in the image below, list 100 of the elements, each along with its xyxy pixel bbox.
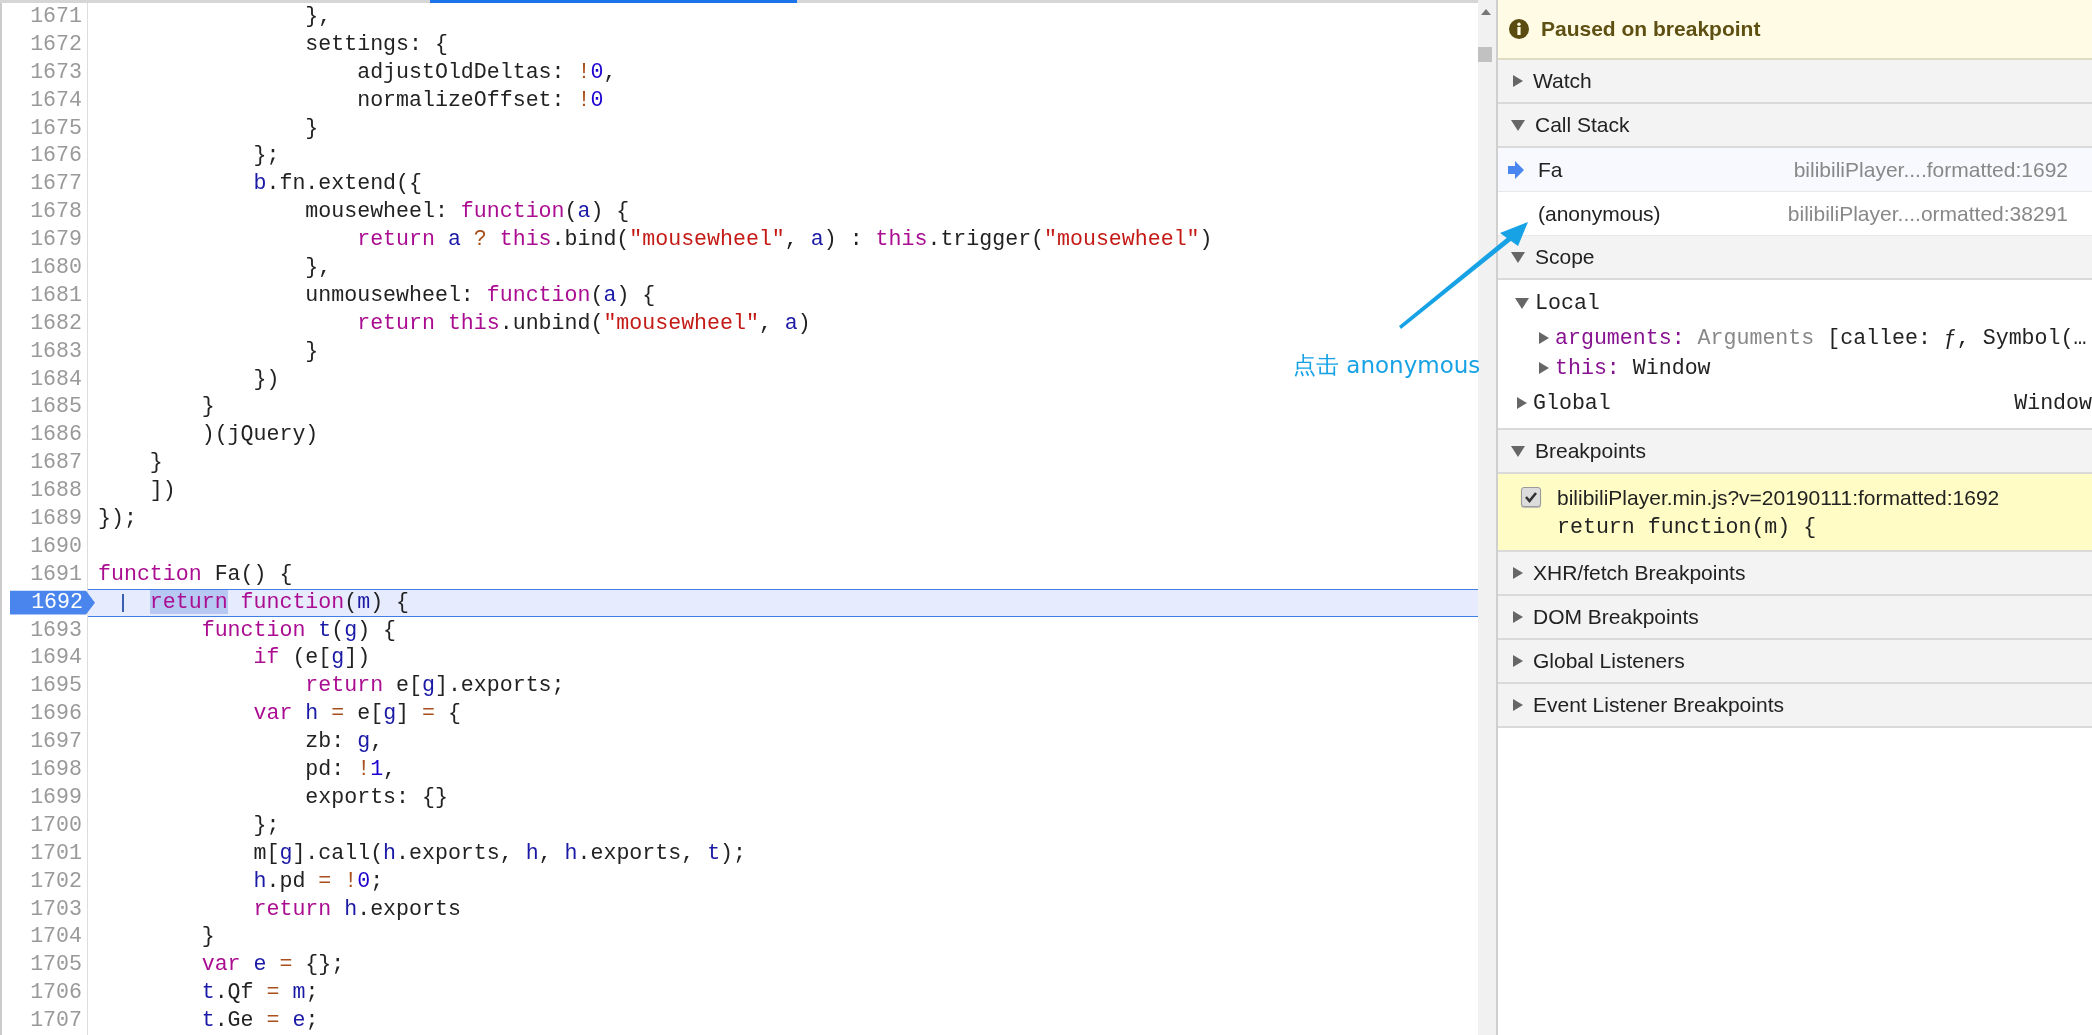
expand-triangle-icon [1513, 567, 1523, 579]
line-number[interactable]: 1674 [2, 86, 82, 115]
code-line: } [200, 923, 215, 951]
code-line: return e[g].exports; [304, 672, 565, 700]
section-header[interactable]: Breakpoints [1498, 430, 2092, 474]
checkmark-icon [1524, 491, 1538, 503]
text-cursor [122, 593, 124, 612]
line-number[interactable]: 1703 [2, 895, 82, 924]
property-value: Window [1632, 356, 1711, 380]
line-number[interactable]: 1695 [2, 672, 82, 701]
collapse-triangle-icon[interactable] [1515, 297, 1529, 309]
code-line: function Fa() { [97, 560, 293, 588]
line-number[interactable]: 1700 [2, 811, 82, 840]
section-header[interactable]: Call Stack [1498, 104, 2092, 148]
code-line: h.pd = !0; [252, 867, 384, 895]
function-name: Fa [1538, 157, 1563, 182]
breakpoint-code: return function(m) { [1557, 514, 1818, 541]
code-line: pd: !1, [304, 756, 397, 784]
line-number[interactable]: 1697 [2, 728, 82, 757]
scope-value: Window [2014, 391, 2092, 415]
code-line: }, [304, 254, 332, 281]
expand-triangle-icon [1513, 655, 1523, 667]
code-line: mousewheel: function(a) { [304, 198, 630, 226]
code-line: }, [304, 3, 332, 30]
banner-text: Paused on breakpoint [1541, 17, 1761, 41]
scrollbar[interactable] [1478, 0, 1496, 1035]
line-number[interactable]: 1685 [2, 393, 82, 422]
line-number[interactable]: 1677 [2, 170, 82, 199]
line-number[interactable]: 1702 [2, 867, 82, 896]
line-number[interactable]: 1671 [2, 3, 82, 31]
code-line: zb: g, [304, 728, 384, 756]
line-number[interactable]: 1701 [2, 839, 82, 868]
line-number[interactable]: 1678 [2, 198, 82, 227]
line-number[interactable]: 1707 [2, 1007, 82, 1035]
line-number[interactable]: 1683 [2, 337, 82, 366]
property-type: Arguments [1697, 326, 1815, 350]
code-line: exports: {} [304, 783, 448, 811]
line-number[interactable]: 1706 [2, 979, 82, 1008]
property-value: [callee: ƒ, Symbol(… [1827, 326, 2087, 350]
line-number[interactable]: 1689 [2, 505, 82, 533]
section-header[interactable]: Global Listeners [1498, 640, 2092, 684]
code-line: settings: { [304, 30, 448, 58]
line-number[interactable]: 1696 [2, 700, 82, 729]
frame-location: bilibiliPlayer....formatted:1692 [1793, 157, 2068, 182]
expand-triangle-icon[interactable] [1539, 332, 1549, 344]
line-number[interactable]: 1705 [2, 951, 82, 980]
code-line: b.fn.extend({ [252, 170, 422, 198]
property-name: arguments: [1555, 326, 1685, 350]
expand-triangle-icon[interactable] [1517, 397, 1527, 409]
scroll-up-icon[interactable] [1481, 9, 1491, 15]
section-header[interactable]: Scope [1498, 236, 2092, 280]
line-number[interactable]: 1698 [2, 756, 82, 784]
line-number[interactable]: 1680 [2, 254, 82, 282]
code-line: } [304, 337, 319, 365]
expand-triangle-icon[interactable] [1539, 362, 1549, 374]
checkbox[interactable] [1521, 487, 1541, 507]
code-line: }); [97, 505, 137, 533]
arrow-right-icon [1508, 160, 1524, 179]
scope-name: Local [1535, 291, 1600, 315]
collapse-triangle-icon [1511, 119, 1525, 131]
line-number[interactable]: 1692 [10, 588, 95, 617]
section-header[interactable]: DOM Breakpoints [1498, 596, 2092, 640]
expand-triangle-icon [1513, 75, 1523, 87]
line-number[interactable]: 1704 [2, 923, 82, 952]
section-header[interactable]: Event Listener Breakpoints [1498, 684, 2092, 728]
code-line: function t(g) { [200, 616, 397, 644]
code-line: m[g].call(h.exports, h, h.exports, t); [252, 839, 746, 867]
code-line: adjustOldDeltas: !0, [356, 58, 617, 86]
breakpoint-item[interactable]: bilibiliPlayer.min.js?v=20190111:formatted:1692 return function(m) { [1498, 474, 2092, 552]
line-number[interactable]: 1681 [2, 281, 82, 310]
annotation-text: 点击 anonymous [1293, 351, 1481, 380]
scrollbar-thumb[interactable] [1478, 47, 1492, 62]
code-line: var e = {}; [200, 951, 345, 979]
line-number[interactable]: 1687 [2, 449, 82, 478]
line-number[interactable]: 1672 [2, 30, 82, 59]
line-number[interactable]: 1686 [2, 421, 82, 450]
code-line: t.Qf = m; [200, 979, 319, 1007]
line-number[interactable]: 1684 [2, 365, 82, 394]
line-number[interactable]: 1675 [2, 114, 82, 143]
scope-name: Global [1533, 391, 1611, 415]
code-line: unmousewheel: function(a) { [304, 281, 656, 309]
line-number[interactable]: 1679 [2, 226, 82, 255]
line-number[interactable]: 1699 [2, 783, 82, 812]
line-number[interactable]: 1676 [2, 142, 82, 171]
line-number[interactable]: 1673 [2, 58, 82, 87]
section-header[interactable]: Watch [1498, 60, 2092, 104]
section-header[interactable]: XHR/fetch Breakpoints [1498, 552, 2092, 596]
line-number[interactable]: 1694 [2, 644, 82, 673]
call-frame[interactable]: Fa bilibiliPlayer....formatted:1692 [1498, 148, 2092, 192]
line-number[interactable]: 1693 [2, 616, 82, 645]
line-number[interactable]: 1682 [2, 309, 82, 338]
code-line: return a ? this.bind("mousewheel", a) : this.trigger("mousewheel") [356, 226, 1213, 254]
line-number[interactable]: 1688 [2, 477, 82, 506]
code-line: var h = e[g] = { [252, 700, 461, 728]
property-name: this: [1555, 356, 1620, 380]
expand-triangle-icon [1513, 611, 1523, 623]
breakpoint-location: bilibiliPlayer.min.js?v=20190111:formatted:1692 [1557, 485, 2000, 511]
line-number[interactable]: 1690 [2, 532, 82, 561]
line-number[interactable]: 1691 [2, 560, 82, 589]
code-line: } [148, 449, 163, 477]
